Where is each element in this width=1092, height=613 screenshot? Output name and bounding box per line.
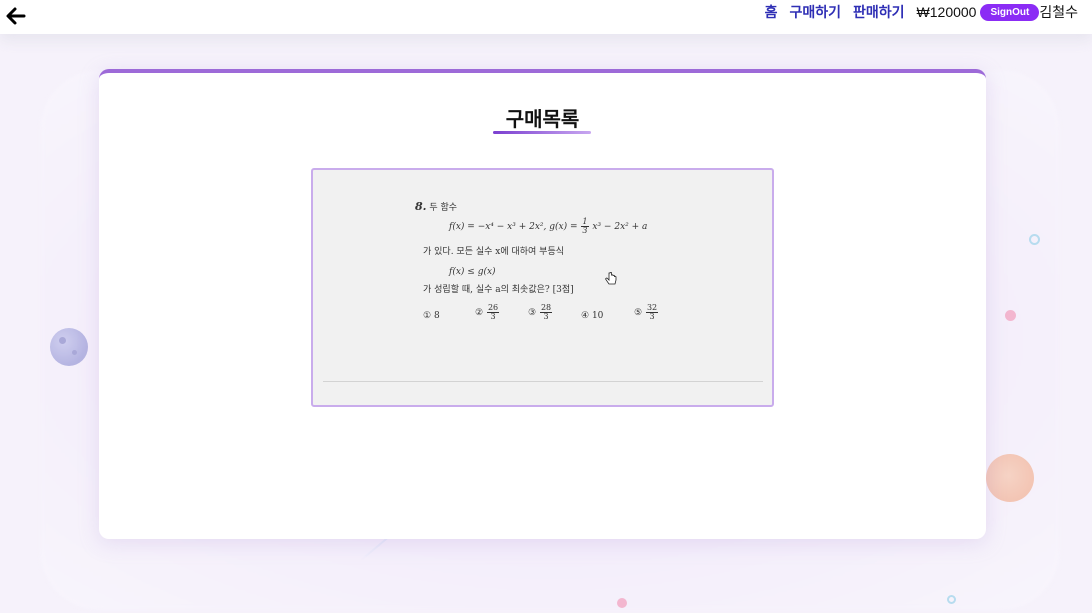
choice-5: ⑤ 32 3 [634,303,659,321]
page-title: 구매목록 [505,107,580,131]
purchased-item-card[interactable]: 8. 두 함수 f(x) = −x⁴ − x³ + 2x², g(x) = 1 … [311,168,774,407]
hand-cursor-icon [605,271,617,286]
function-g-fraction: 1 3 [581,217,589,235]
back-arrow-icon[interactable] [4,4,28,28]
function-f: f(x) = −x⁴ − x³ + 2x², [449,222,547,232]
top-header: 홈 구매하기 판매하기 ₩120000 SignOut 김철수 [0,0,1092,34]
balance-text: ₩120000 [916,4,977,20]
ring-decoration-icon [1029,234,1040,245]
choice-1: ① 8 [423,311,440,321]
question-line2: 가 있다. 모든 실수 x에 대하여 부등식 [423,247,565,257]
signout-button[interactable]: SignOut [980,3,1040,21]
purchase-list-card: 구매목록 8. 두 함수 f(x) = −x⁴ − x³ + 2x², g(x)… [99,69,986,539]
planet-decoration-icon [50,328,88,366]
question-intro: 두 함수 [429,203,458,213]
function-g-rest: x³ − 2x² + a [592,222,648,232]
choice-2: ② 26 3 [475,303,500,321]
nav-purchase-link[interactable]: 구매하기 [789,2,841,22]
choice-4: ④ 10 [581,311,604,321]
title-underline [493,131,591,134]
username-text: 김철수 [1039,4,1078,20]
dot-decoration-icon [617,598,627,608]
nav-sell-link[interactable]: 판매하기 [853,2,905,22]
main-nav: 홈 구매하기 판매하기 ₩120000 SignOut 김철수 [765,3,1078,21]
item-divider [323,381,763,382]
nav-home-link[interactable]: 홈 [765,2,778,22]
question-number: 8. [415,200,427,213]
ball-decoration-icon [986,454,1034,502]
dot-decoration-icon [1005,310,1016,321]
choice-3: ③ 28 3 [528,303,553,321]
ring-decoration-icon [947,595,956,604]
function-g-prefix: g(x) = [549,222,578,232]
inequality: f(x) ≤ g(x) [449,267,496,277]
question-line3: 가 성립할 때, 실수 a의 최솟값은? [3점] [423,285,574,295]
